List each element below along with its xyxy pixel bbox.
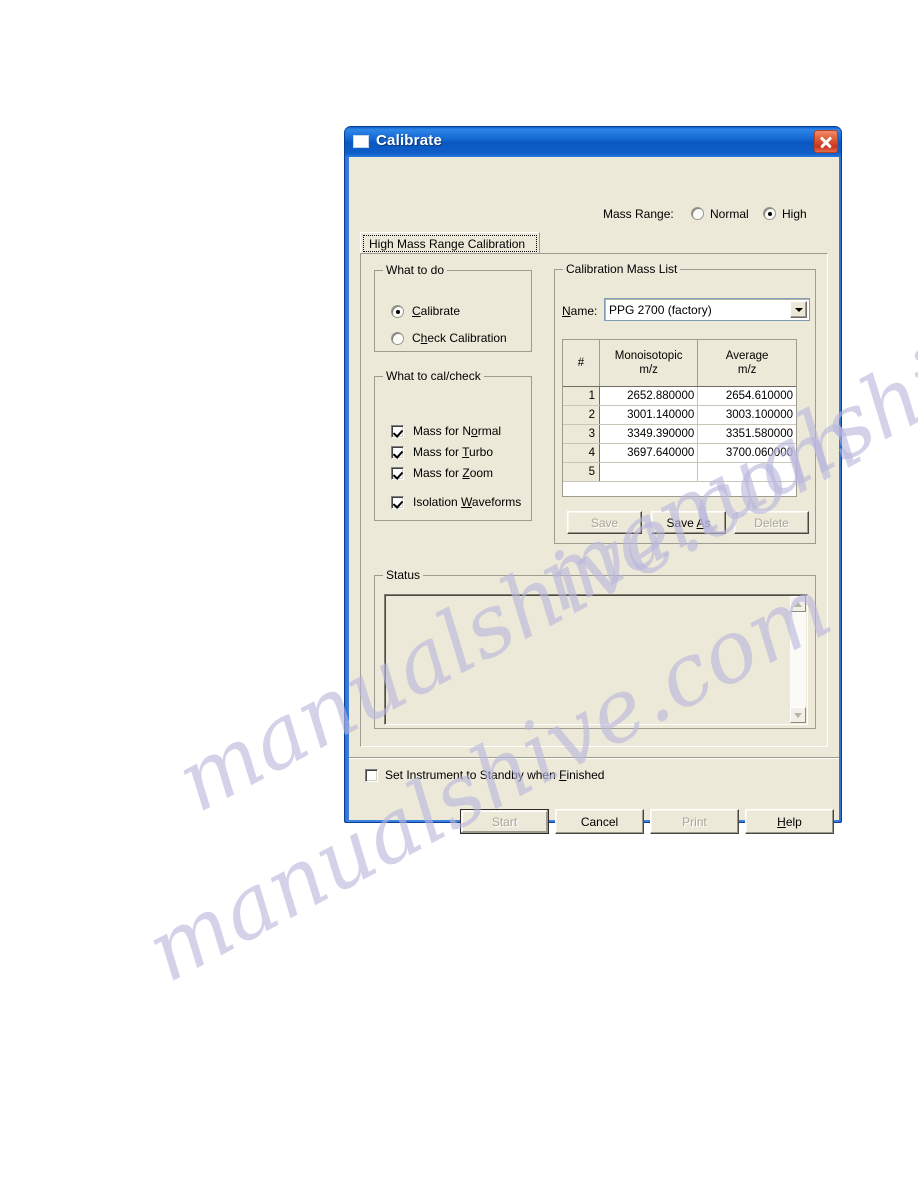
cancel-button-label: Cancel	[580, 814, 619, 829]
dialog-titlebar: Calibrate	[345, 127, 841, 157]
row-index-cell: 1	[563, 386, 600, 406]
chevron-down-icon[interactable]	[790, 301, 807, 318]
print-button-label: Print	[682, 814, 707, 829]
col-header-monoisotopic: Monoisotopic m/z	[599, 340, 699, 387]
window-icon	[353, 135, 369, 148]
mass-range-normal-radio[interactable]	[691, 207, 704, 220]
calibrate-dialog: Calibrate Mass Range: Normal High High M…	[344, 126, 842, 834]
help-button[interactable]: Help	[745, 809, 834, 834]
checkbox-mass-for-normal-label[interactable]: Mass for Normal	[413, 424, 501, 438]
cancel-button[interactable]: Cancel	[555, 809, 644, 834]
print-button[interactable]: Print	[650, 809, 739, 834]
calibration-mass-list-title: Calibration Mass List	[563, 262, 681, 276]
average-cell[interactable]: 3351.580000	[697, 424, 796, 444]
monoisotopic-cell[interactable]: 3001.140000	[599, 405, 699, 425]
help-button-label: Help	[777, 814, 802, 829]
footer-separator	[349, 757, 839, 759]
status-textarea[interactable]	[384, 594, 808, 725]
col-header-average-line1: Average	[725, 349, 769, 362]
checkbox-standby-when-finished[interactable]	[365, 769, 378, 782]
row-index-cell: 2	[563, 405, 600, 425]
checkbox-mass-for-zoom-label[interactable]: Mass for Zoom	[413, 466, 493, 480]
checkbox-standby-when-finished-label[interactable]: Set Instrument to Standby when Finished	[385, 768, 604, 782]
average-cell[interactable]: 2654.610000	[697, 386, 796, 406]
row-index-cell: 5	[563, 462, 600, 482]
average-cell[interactable]: 3700.060000	[697, 443, 796, 463]
table-row[interactable]: 5	[563, 462, 796, 482]
monoisotopic-cell[interactable]: 2652.880000	[599, 386, 699, 406]
dialog-client-area: Mass Range: Normal High High Mass Range …	[349, 157, 839, 834]
save-button[interactable]: Save	[567, 511, 642, 534]
checkbox-mass-for-turbo-label[interactable]: Mass for Turbo	[413, 445, 493, 459]
monoisotopic-cell[interactable]: 3697.640000	[599, 443, 699, 463]
mass-list-combo[interactable]: PPG 2700 (factory)	[604, 298, 810, 321]
close-icon[interactable]	[814, 130, 838, 153]
radio-check-calibration-label[interactable]: Check Calibration	[412, 331, 507, 345]
mass-range-normal-label[interactable]: Normal	[710, 207, 749, 221]
radio-check-calibration[interactable]	[391, 332, 404, 345]
table-header-row: # Monoisotopic m/z Average m/z	[563, 340, 796, 387]
col-header-average-line2: m/z	[737, 364, 757, 376]
col-header-monoisotopic-line2: m/z	[639, 364, 658, 376]
tab-label: High Mass Range Calibration	[369, 236, 526, 251]
what-to-cal-check-title: What to cal/check	[383, 369, 484, 383]
col-header-average: Average m/z	[697, 340, 796, 387]
checkbox-mass-for-normal[interactable]	[391, 425, 404, 438]
mass-range-high-label[interactable]: High	[782, 207, 807, 221]
radio-calibrate[interactable]	[391, 305, 404, 318]
scrollbar-track[interactable]	[790, 612, 806, 707]
tab-strip: High Mass Range Calibration	[360, 232, 828, 254]
calibration-mass-table[interactable]: # Monoisotopic m/z Average m/z 1 2652.880…	[562, 339, 797, 497]
col-header-monoisotopic-line1: Monoisotopic	[614, 349, 683, 362]
checkbox-isolation-waveforms[interactable]	[391, 496, 404, 509]
mass-range-high-radio[interactable]	[763, 207, 776, 220]
scroll-up-icon[interactable]	[790, 596, 806, 612]
start-button[interactable]: Start	[460, 809, 549, 834]
checkbox-mass-for-zoom[interactable]	[391, 467, 404, 480]
radio-calibrate-label[interactable]: Calibrate	[412, 304, 460, 318]
status-scrollbar[interactable]	[790, 596, 806, 723]
save-button-label: Save	[590, 515, 619, 530]
row-index-cell: 3	[563, 424, 600, 444]
start-button-label: Start	[491, 814, 518, 829]
average-cell[interactable]: 3003.100000	[697, 405, 796, 425]
status-title: Status	[383, 568, 424, 582]
mass-range-label: Mass Range:	[603, 207, 674, 221]
col-header-index: #	[563, 340, 600, 387]
what-to-do-title: What to do	[383, 263, 448, 277]
delete-button-label: Delete	[754, 515, 789, 530]
checkbox-mass-for-turbo[interactable]	[391, 446, 404, 459]
table-row[interactable]: 2 3001.140000 3003.100000	[563, 405, 796, 425]
monoisotopic-cell[interactable]	[599, 462, 699, 482]
mass-table: # Monoisotopic m/z Average m/z 1 2652.880…	[563, 340, 796, 482]
mass-list-combo-value: PPG 2700 (factory)	[609, 302, 712, 317]
table-row[interactable]: 1 2652.880000 2654.610000	[563, 386, 796, 406]
checkbox-isolation-waveforms-label[interactable]: Isolation Waveforms	[413, 495, 521, 509]
save-as-button[interactable]: Save As	[651, 511, 726, 534]
row-index-cell: 4	[563, 443, 600, 463]
delete-button[interactable]: Delete	[734, 511, 809, 534]
scroll-down-icon[interactable]	[790, 707, 806, 723]
save-as-button-label: Save As	[666, 515, 711, 530]
table-row[interactable]: 4 3697.640000 3700.060000	[563, 443, 796, 463]
dialog-title: Calibrate	[376, 132, 442, 149]
name-label: Name:	[562, 304, 598, 318]
table-body: 1 2652.880000 2654.610000 2 3001.140000 3003.…	[563, 386, 796, 482]
average-cell[interactable]	[697, 462, 796, 482]
monoisotopic-cell[interactable]: 3349.390000	[599, 424, 699, 444]
tab-high-mass-range-calibration[interactable]: High Mass Range Calibration	[360, 232, 540, 254]
table-row[interactable]: 3 3349.390000 3351.580000	[563, 424, 796, 444]
